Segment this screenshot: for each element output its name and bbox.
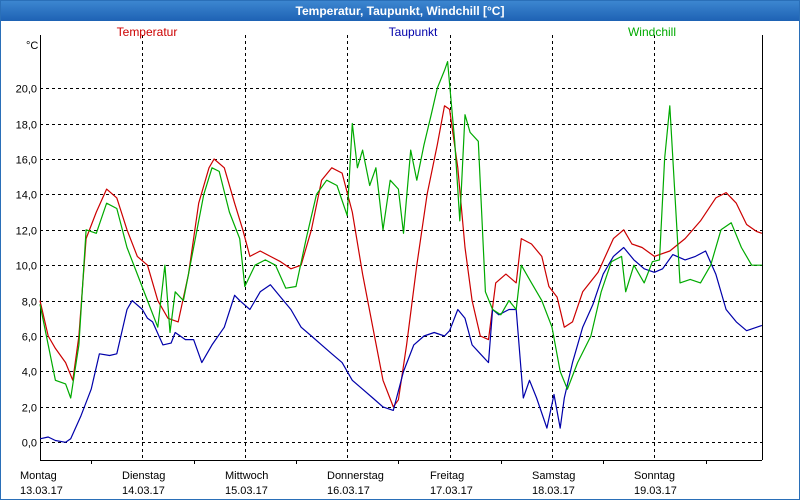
y-tick-label: 8,0 (22, 297, 37, 309)
x-tick-day: Sonntag (634, 470, 675, 482)
y-tick-label: 20,0 (16, 84, 37, 96)
y-tick-label: 4,0 (22, 367, 37, 379)
y-tick-labels: 0,0 2,0 4,0 6,0 8,0 10,0 12,0 14,0 16,0 18,0 20,0 (16, 84, 37, 450)
x-tick-day: Dienstag (122, 470, 165, 482)
y-tick-label: 2,0 (22, 403, 37, 415)
x-tick-labels: Montag 13.03.17 Dienstag 14.03.17 Mittwoch 15… (20, 470, 677, 497)
x-tick-day: Samstag (532, 470, 575, 482)
x-tick-day: Donnerstag (327, 470, 384, 482)
y-tick-label: 0,0 (22, 438, 37, 450)
legend-taupunkt: Taupunkt (389, 25, 438, 39)
chart-legend: Temperatur Taupunkt Windchill (117, 25, 676, 39)
y-tick-label: 16,0 (16, 155, 37, 167)
y-axis-unit: °C (26, 40, 38, 52)
x-tick-day: Freitag (430, 470, 464, 482)
x-tick-date: 18.03.17 (532, 485, 575, 497)
x-tick-date: 14.03.17 (122, 485, 165, 497)
y-tick-label: 18,0 (16, 120, 37, 132)
x-tick-date: 13.03.17 (20, 485, 63, 497)
y-tick-label: 6,0 (22, 332, 37, 344)
x-tick-date: 15.03.17 (225, 485, 268, 497)
x-tick-day: Mittwoch (225, 470, 268, 482)
y-tick-label: 12,0 (16, 226, 37, 238)
series-line-windchill (39, 61, 762, 399)
x-tick-date: 16.03.17 (327, 485, 370, 497)
chart-svg: 0,02,04,06,08,010,012,014,016,018,020,0 … (16, 25, 763, 497)
chart-axes (40, 35, 763, 464)
y-tick-label: 10,0 (16, 261, 37, 273)
chart-grid (40, 35, 762, 460)
x-tick-day: Montag (20, 470, 57, 482)
legend-temperatur: Temperatur (117, 25, 178, 39)
chart-series (39, 61, 763, 443)
x-tick-date: 19.03.17 (634, 485, 677, 497)
legend-windchill: Windchill (628, 25, 676, 39)
x-tick-date: 17.03.17 (430, 485, 473, 497)
y-tick-label: 14,0 (16, 190, 37, 202)
series-line-temperatur (39, 105, 763, 408)
series-line-taupunkt (39, 246, 763, 443)
